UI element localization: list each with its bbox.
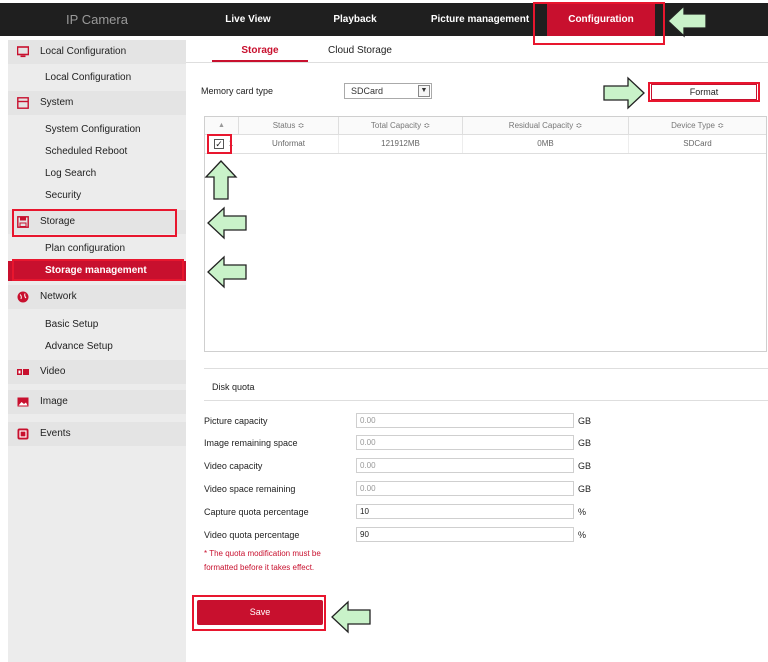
sidebar-section-network[interactable]: Network	[8, 285, 186, 309]
video-space-remaining-label: Video space remaining	[204, 484, 296, 494]
globe-icon	[17, 291, 29, 303]
video-quota-percentage-input[interactable]	[356, 527, 574, 542]
monitor-icon	[17, 46, 29, 58]
disk-quota-title: Disk quota	[212, 382, 255, 392]
sidebar-section-label: System	[40, 97, 74, 108]
sidebar-section-label: Image	[40, 396, 68, 407]
sidebar-item-system-configuration[interactable]: System Configuration	[8, 120, 186, 140]
column-header-device-type[interactable]: Device Type ≎	[629, 117, 766, 135]
sort-icon[interactable]: ▲	[205, 117, 239, 135]
sidebar-item-basic-setup[interactable]: Basic Setup	[8, 315, 186, 335]
save-button[interactable]: Save	[197, 600, 323, 625]
sidebar-section-video[interactable]: Video	[8, 360, 186, 384]
sidebar: Local Configuration Local Configuration …	[8, 40, 186, 662]
sidebar-item-storage-management[interactable]: Storage management	[8, 261, 186, 281]
picture-capacity-input[interactable]	[356, 413, 574, 428]
video-capacity-input[interactable]	[356, 458, 574, 473]
image-remaining-space-label: Image remaining space	[204, 438, 298, 448]
video-quota-percentage-label: Video quota percentage	[204, 530, 300, 540]
top-bar: IP Camera Live View Playback Picture man…	[0, 0, 768, 40]
row-index: 1	[228, 139, 234, 148]
memory-card-type-value: SDCard	[351, 86, 384, 96]
memory-card-type-select[interactable]: SDCard ▼	[344, 83, 432, 99]
sidebar-section-label: Events	[40, 428, 71, 439]
tab-storage[interactable]: Storage	[212, 40, 308, 62]
sidebar-section-events[interactable]: Events	[8, 422, 186, 446]
sidebar-section-storage[interactable]: Storage	[8, 210, 186, 234]
video-space-remaining-unit: GB	[578, 484, 592, 494]
capture-quota-percentage-input[interactable]	[356, 504, 574, 519]
sidebar-section-system[interactable]: System	[8, 91, 186, 115]
picture-capacity-unit: GB	[578, 416, 592, 426]
sidebar-section-label: Local Configuration	[40, 46, 127, 57]
nav-live-view[interactable]: Live View	[208, 3, 288, 36]
quota-divider-bottom	[204, 400, 768, 401]
sidebar-section-label: Video	[40, 366, 66, 377]
video-capacity-label: Video capacity	[204, 461, 263, 471]
arrow-left-icon	[331, 600, 371, 634]
arrow-right-icon	[603, 76, 645, 110]
chevron-down-icon: ▼	[418, 85, 430, 97]
nav-playback[interactable]: Playback	[320, 3, 390, 36]
video-space-remaining-input[interactable]	[356, 481, 574, 496]
tab-cloud-storage[interactable]: Cloud Storage	[312, 40, 408, 62]
video-capacity-unit: GB	[578, 461, 592, 471]
format-button[interactable]: Format	[651, 84, 757, 100]
system-icon	[17, 97, 29, 109]
sidebar-section-label: Storage	[40, 216, 76, 227]
storage-table: ▲ Status ≎ Total Capacity ≎ Residual Cap…	[204, 116, 767, 352]
sidebar-item-advance-setup[interactable]: Advance Setup	[8, 337, 186, 357]
quota-note-line-2: formatted before it takes effect.	[204, 563, 315, 572]
video-quota-percentage-unit: %	[578, 530, 587, 540]
sidebar-item-log-search[interactable]: Log Search	[8, 164, 186, 184]
cell-device-type: SDCard	[683, 139, 712, 148]
video-icon	[17, 369, 29, 375]
capture-quota-percentage-unit: %	[578, 507, 587, 517]
cell-residual-capacity: 0MB	[463, 135, 629, 153]
sidebar-item-security[interactable]: Security	[8, 186, 186, 206]
sidebar-section-label: Network	[40, 291, 77, 302]
cell-status: Unformat	[239, 135, 339, 153]
floppy-disk-icon	[17, 216, 29, 228]
image-remaining-space-unit: GB	[578, 438, 592, 448]
sidebar-item-plan-configuration[interactable]: Plan configuration	[8, 239, 186, 259]
row-divider	[205, 153, 766, 154]
checkmark-icon: ✓	[215, 139, 223, 149]
nav-configuration[interactable]: Configuration	[547, 3, 655, 36]
sidebar-section-image[interactable]: Image	[8, 390, 186, 414]
cell-total-capacity: 121912MB	[339, 135, 463, 153]
arrow-left-icon	[207, 206, 247, 240]
arrow-left-icon	[667, 4, 707, 38]
quota-note-line-1: * The quota modification must be	[204, 549, 321, 558]
arrow-up-icon	[204, 160, 238, 200]
image-remaining-space-input[interactable]	[356, 435, 574, 450]
tab-divider	[186, 62, 768, 63]
column-header-total-capacity[interactable]: Total Capacity ≎	[339, 117, 463, 135]
image-icon	[17, 397, 29, 407]
nav-picture-management[interactable]: Picture management	[420, 3, 540, 36]
events-icon	[17, 428, 29, 440]
memory-card-type-label: Memory card type	[201, 86, 274, 96]
brand-title: IP Camera	[66, 12, 128, 27]
column-header-status[interactable]: Status ≎	[239, 117, 339, 135]
column-header-residual-capacity[interactable]: Residual Capacity ≎	[463, 117, 629, 135]
row-checkbox[interactable]: ✓	[214, 139, 224, 149]
arrow-left-icon	[207, 255, 247, 289]
capture-quota-percentage-label: Capture quota percentage	[204, 507, 309, 517]
picture-capacity-label: Picture capacity	[204, 416, 268, 426]
sidebar-item-local-configuration[interactable]: Local Configuration	[8, 68, 186, 88]
quota-divider-top	[204, 368, 768, 369]
sidebar-section-local-configuration[interactable]: Local Configuration	[8, 40, 186, 64]
sidebar-item-scheduled-reboot[interactable]: Scheduled Reboot	[8, 142, 186, 162]
